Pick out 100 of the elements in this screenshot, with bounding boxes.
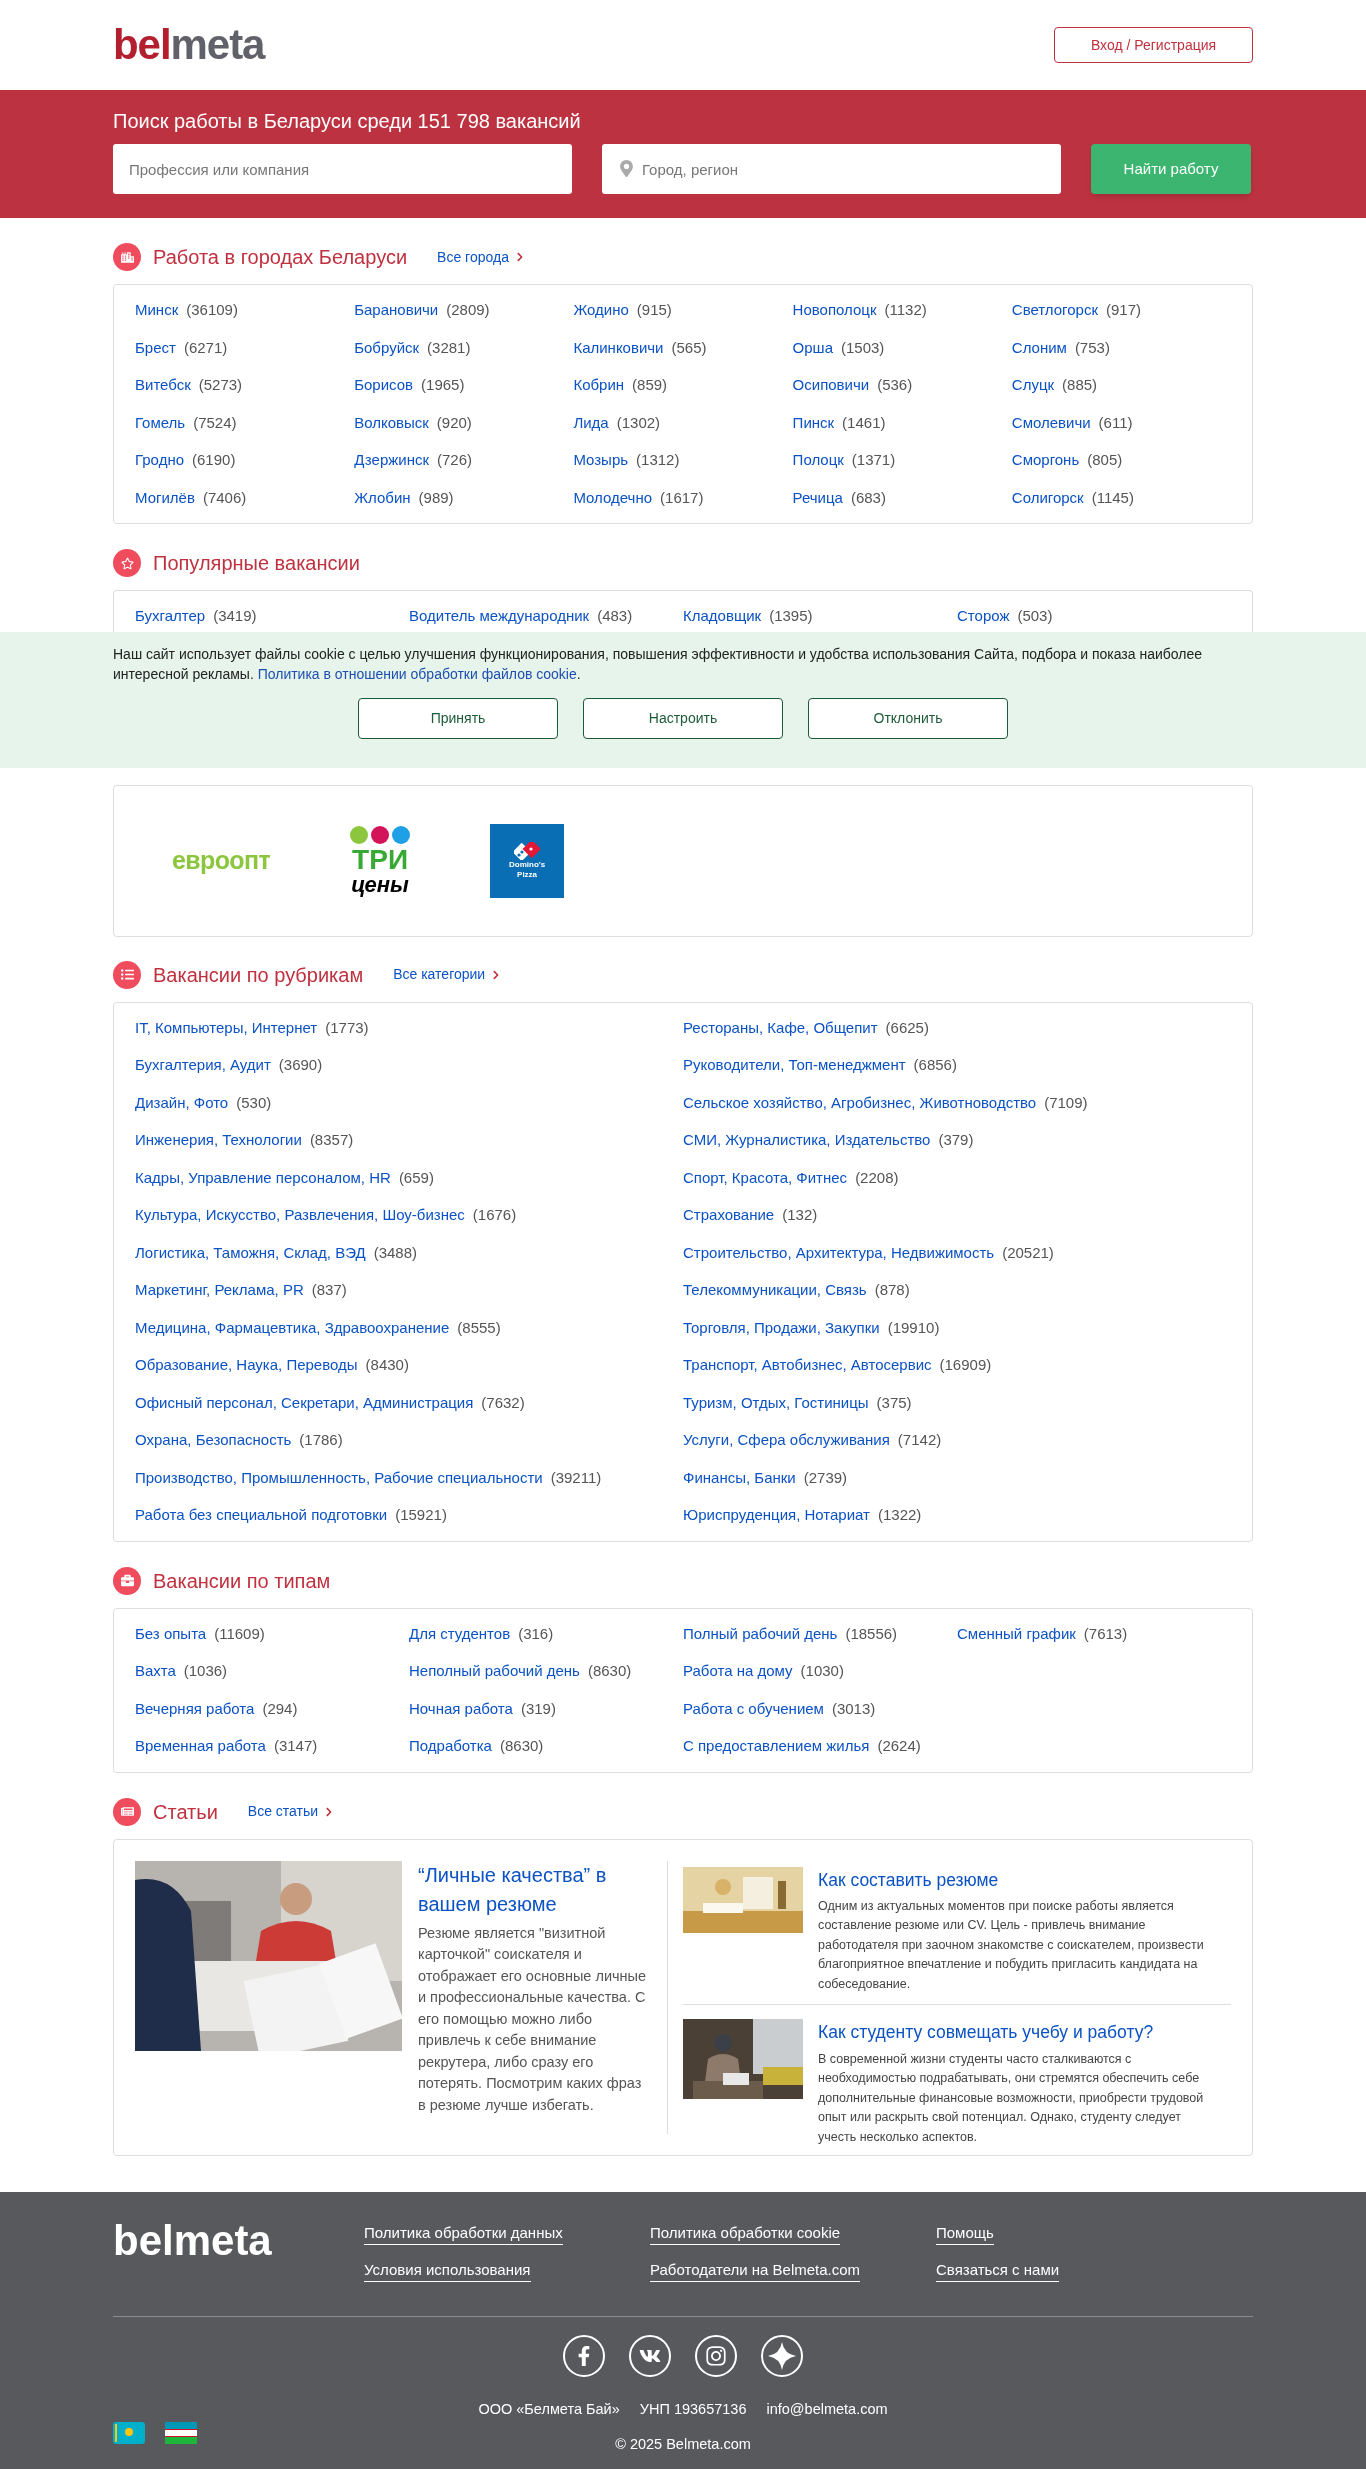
vacancy-link[interactable]: Бухгалтерия, Аудит — [135, 1054, 271, 1077]
vacancy-link[interactable]: Калинковичи — [573, 336, 664, 359]
vacancy-link[interactable]: Кадры, Управление персоналом, HR — [135, 1166, 391, 1189]
vacancy-link[interactable]: Мозырь — [573, 449, 629, 472]
vacancy-link[interactable]: СМИ, Журналистика, Издательство — [683, 1129, 931, 1152]
vacancy-link[interactable]: Финансы, Банки — [683, 1466, 796, 1489]
more-link[interactable]: Все категории — [393, 964, 502, 985]
vacancy-link[interactable]: Сморгонь — [1011, 449, 1080, 472]
company-logo[interactable]: Domino's Pizza — [490, 823, 565, 898]
vacancy-link[interactable]: Торговля, Продажи, Закупки — [683, 1316, 880, 1339]
site-logo[interactable]: belmeta — [113, 24, 265, 66]
vacancy-link[interactable]: Страхование — [683, 1204, 775, 1227]
vacancy-link[interactable]: Полный рабочий день — [683, 1622, 838, 1645]
sparkle-icon[interactable] — [761, 2334, 803, 2377]
vacancy-link[interactable]: Неполный рабочий день — [409, 1660, 580, 1683]
vacancy-link[interactable]: Без опыта — [135, 1622, 207, 1645]
email-link[interactable]: info@belmeta.com — [766, 2398, 888, 2421]
vacancy-link[interactable]: Молодечно — [573, 486, 653, 509]
vacancy-link[interactable]: Логистика, Таможня, Склад, ВЭД — [135, 1241, 366, 1264]
vacancy-link[interactable]: Волковыск — [354, 411, 429, 434]
vacancy-link[interactable]: Инженерия, Технологии — [135, 1129, 302, 1152]
vacancy-link[interactable]: Солигорск — [1011, 486, 1084, 509]
vacancy-link[interactable]: Витебск — [135, 374, 191, 397]
company-logo[interactable]: ТРИ цены — [350, 825, 411, 896]
vacancy-link[interactable]: Работа с обучением — [683, 1697, 824, 1720]
vacancy-link[interactable]: Офисный персонал, Секретари, Администрация — [135, 1391, 474, 1414]
vacancy-link[interactable]: IT, Компьютеры, Интернет — [135, 1016, 318, 1039]
vacancy-link[interactable]: Временная работа — [135, 1735, 266, 1758]
footer-link[interactable]: Связаться с нами — [936, 2258, 1060, 2282]
vacancy-link[interactable]: Руководители, Топ-менеджмент — [683, 1054, 906, 1077]
vacancy-link[interactable]: Подработка — [409, 1735, 492, 1758]
vacancy-link[interactable]: Производство, Промышленность, Рабочие специальности — [135, 1466, 543, 1489]
footer-link[interactable]: Политика обработки данных — [364, 2221, 563, 2245]
vacancy-link[interactable]: Барановичи — [354, 299, 439, 322]
vacancy-link[interactable]: Дзержинск — [354, 449, 429, 472]
vacancy-link[interactable]: Вахта — [135, 1660, 176, 1683]
cookie-button[interactable]: Отклонить — [808, 697, 1008, 739]
vacancy-link[interactable]: Могилёв — [135, 486, 195, 509]
vk-icon[interactable] — [629, 2334, 671, 2377]
vacancy-link[interactable]: Орша — [792, 336, 833, 359]
footer-link[interactable]: Политика обработки cookie — [650, 2221, 841, 2245]
facebook-icon[interactable] — [563, 2334, 605, 2377]
vacancy-link[interactable]: Дизайн, Фото — [135, 1091, 229, 1114]
vacancy-link[interactable]: Лида — [573, 411, 609, 434]
vacancy-link[interactable]: Смолевичи — [1011, 411, 1091, 434]
vacancy-link[interactable]: Осиповичи — [792, 374, 870, 397]
uzbekistan-flag-icon[interactable] — [165, 2422, 197, 2444]
vacancy-link[interactable]: Новополоцк — [792, 299, 877, 322]
vacancy-link[interactable]: Образование, Наука, Переводы — [135, 1354, 358, 1377]
vacancy-link[interactable]: Сторож — [957, 605, 1010, 628]
article-title[interactable]: Как студенту совмещать учебу и работу? — [818, 2019, 1218, 2046]
vacancy-link[interactable]: Услуги, Сфера обслуживания — [683, 1429, 890, 1452]
vacancy-link[interactable]: Борисов — [354, 374, 414, 397]
vacancy-link[interactable]: Медицина, Фармацевтика, Здравоохранение — [135, 1316, 450, 1339]
vacancy-link[interactable]: Светлогорск — [1011, 299, 1098, 322]
vacancy-link[interactable]: Транспорт, Автобизнес, Автосервис — [683, 1354, 932, 1377]
vacancy-link[interactable]: Слоним — [1011, 336, 1067, 359]
cookie-policy-link[interactable]: Политика в отношении обработки файлов cookie — [257, 665, 577, 682]
vacancy-link[interactable]: Маркетинг, Реклама, PR — [135, 1279, 304, 1302]
vacancy-link[interactable]: Рестораны, Кафе, Общепит — [683, 1016, 878, 1039]
vacancy-link[interactable]: Сельское хозяйство, Агробизнес, Животноводство — [683, 1091, 1037, 1114]
cookie-button[interactable]: Настроить — [583, 697, 783, 739]
vacancy-link[interactable]: Культура, Искусство, Развлечения, Шоу-бизнес — [135, 1204, 465, 1227]
login-button[interactable]: Вход / Регистрация — [1054, 27, 1253, 63]
vacancy-link[interactable]: Речица — [792, 486, 843, 509]
footer-link[interactable]: Работодатели на Belmeta.com — [650, 2258, 861, 2282]
vacancy-link[interactable]: Бобруйск — [354, 336, 420, 359]
vacancy-link[interactable]: Сменный график — [957, 1622, 1076, 1645]
vacancy-link[interactable]: Гомель — [135, 411, 186, 434]
vacancy-link[interactable]: Бухгалтер — [135, 605, 206, 628]
vacancy-link[interactable]: Полоцк — [792, 449, 844, 472]
vacancy-link[interactable]: Туризм, Отдых, Гостиницы — [683, 1391, 869, 1414]
vacancy-link[interactable]: Телекоммуникации, Связь — [683, 1279, 867, 1302]
footer-logo[interactable]: belmeta — [113, 2219, 364, 2282]
cookie-button[interactable]: Принять — [358, 697, 558, 739]
vacancy-link[interactable]: Юриспруденция, Нотариат — [683, 1504, 870, 1527]
vacancy-link[interactable]: Работа без специальной подготовки — [135, 1504, 388, 1527]
search-field[interactable]: Профессия или компания — [113, 144, 572, 194]
vacancy-link[interactable]: Спорт, Красота, Фитнес — [683, 1166, 848, 1189]
vacancy-link[interactable]: Брест — [135, 336, 176, 359]
vacancy-link[interactable]: Жлобин — [354, 486, 411, 509]
location-field[interactable]: Город, регион — [602, 144, 1061, 194]
vacancy-link[interactable]: Минск — [135, 299, 179, 322]
vacancy-link[interactable]: Кобрин — [573, 374, 625, 397]
more-link[interactable]: Все города — [437, 246, 525, 268]
vacancy-link[interactable]: Гродно — [135, 449, 184, 472]
more-link[interactable]: Все статьи — [247, 1801, 335, 1822]
vacancy-link[interactable]: Жодино — [573, 299, 629, 322]
instagram-icon[interactable] — [695, 2334, 737, 2377]
vacancy-link[interactable]: Строительство, Архитектура, Недвижимость — [683, 1241, 995, 1264]
article-title[interactable]: “Личные качества” в вашем резюме — [418, 1860, 651, 1919]
vacancy-link[interactable]: Пинск — [792, 411, 835, 434]
vacancy-link[interactable]: Для студентов — [409, 1622, 511, 1645]
footer-link[interactable]: Помощь — [936, 2221, 994, 2245]
vacancy-link[interactable]: С предоставлением жилья — [683, 1735, 870, 1758]
vacancy-link[interactable]: Работа на дому — [683, 1660, 793, 1683]
vacancy-link[interactable]: Вечерняя работа — [135, 1697, 255, 1720]
vacancy-link[interactable]: Водитель международник — [409, 605, 590, 628]
vacancy-link[interactable]: Ночная работа — [409, 1697, 513, 1720]
article-title[interactable]: Как составить резюме — [818, 1866, 1218, 1893]
